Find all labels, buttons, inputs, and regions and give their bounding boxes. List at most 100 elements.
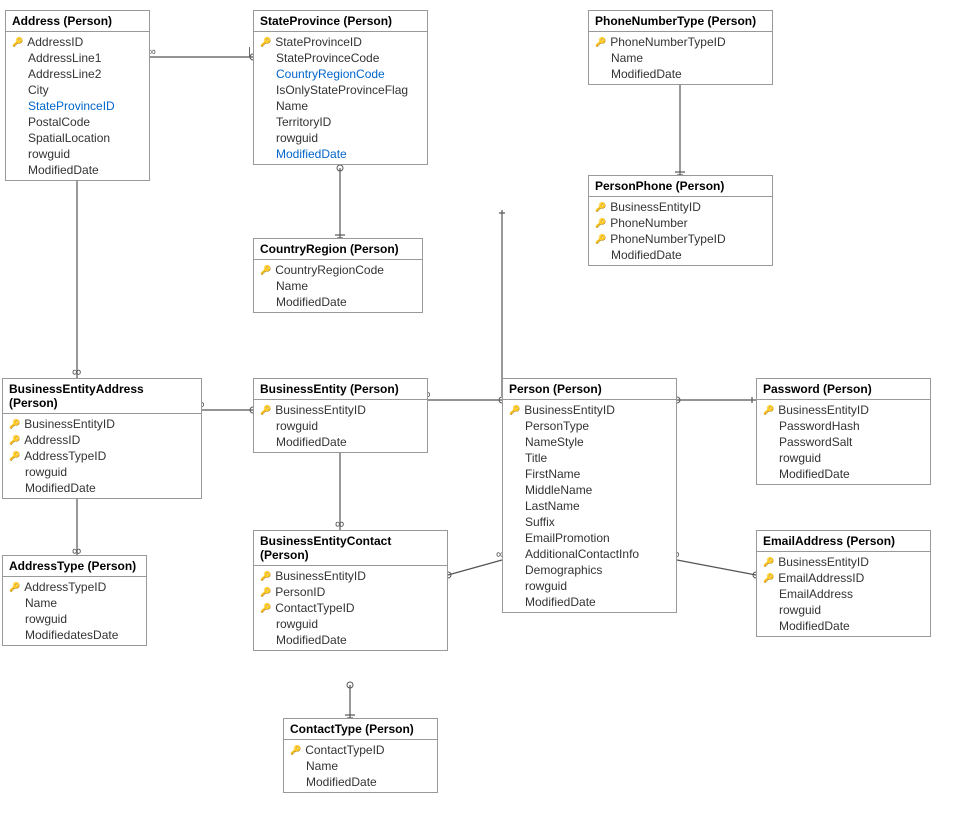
field-row: Demographics xyxy=(503,562,676,578)
field-row: ModifiedDate xyxy=(589,66,772,82)
field-row: 🔑BusinessEntityID xyxy=(254,568,447,584)
entity-countryregion: CountryRegion (Person)🔑CountryRegionCode… xyxy=(253,238,423,313)
field-name: TerritoryID xyxy=(276,115,331,129)
field-row: rowguid xyxy=(3,464,201,480)
field-name: ModifiedDate xyxy=(611,248,682,262)
field-name: MiddleName xyxy=(525,483,592,497)
field-row: ModifiedDate xyxy=(254,434,427,450)
field-row: SpatialLocation xyxy=(6,130,149,146)
entity-stateprovince: StateProvince (Person) 🔑StateProvinceIDSt… xyxy=(253,10,428,165)
field-name: AddressID xyxy=(27,35,83,49)
field-row: 🔑BusinessEntityID xyxy=(3,416,201,432)
field-row: 🔑ContactTypeID xyxy=(284,742,437,758)
key-icon: 🔑 xyxy=(763,573,774,584)
field-row: 🔑BusinessEntityID xyxy=(589,199,772,215)
field-name: StateProvinceCode xyxy=(276,51,379,65)
diagram-canvas: ∞ | ∞ ∞ ∞ xyxy=(0,0,954,834)
field-row: 🔑PhoneNumber xyxy=(589,215,772,231)
field-name: ModifiedDate xyxy=(28,163,99,177)
entity-header-personphone: PersonPhone (Person) xyxy=(589,176,772,197)
field-row: 🔑EmailAddressID xyxy=(757,570,930,586)
field-row: City xyxy=(6,82,149,98)
field-row: ModifiedDate xyxy=(589,247,772,263)
entity-body-phonenumbertype: 🔑PhoneNumberTypeIDNameModifiedDate xyxy=(589,32,772,84)
field-name: Demographics xyxy=(525,563,602,577)
field-name: AdditionalContactInfo xyxy=(525,547,639,561)
entity-header-emailaddress: EmailAddress (Person) xyxy=(757,531,930,552)
field-row: ModifiedDate xyxy=(503,594,676,610)
entity-personphone: PersonPhone (Person)🔑BusinessEntityID🔑Ph… xyxy=(588,175,773,266)
field-row: 🔑StateProvinceID xyxy=(254,34,427,50)
key-icon: 🔑 xyxy=(260,405,271,416)
field-name: ModifiedDate xyxy=(276,435,347,449)
svg-text:∞: ∞ xyxy=(335,516,344,531)
key-icon: 🔑 xyxy=(763,405,774,416)
entity-header-businessentitycontact: BusinessEntityContact (Person) xyxy=(254,531,447,566)
field-name: rowguid xyxy=(779,603,821,617)
field-name: Suffix xyxy=(525,515,555,529)
key-icon: 🔑 xyxy=(763,557,774,568)
key-icon: 🔑 xyxy=(9,582,20,593)
key-icon: 🔑 xyxy=(260,265,271,276)
field-row: 🔑 CountryRegionCode xyxy=(254,262,422,278)
key-icon: 🔑 xyxy=(595,37,606,48)
field-row: PersonType xyxy=(503,418,676,434)
field-row: rowguid xyxy=(254,130,427,146)
entity-body-businessentityaddress: 🔑BusinessEntityID🔑AddressID🔑AddressTypeI… xyxy=(3,414,201,498)
field-row: LastName xyxy=(503,498,676,514)
entity-addresstype: AddressType (Person)🔑AddressTypeIDNamero… xyxy=(2,555,147,646)
field-row: TerritoryID xyxy=(254,114,427,130)
field-name: PersonType xyxy=(525,419,589,433)
field-row: Title xyxy=(503,450,676,466)
field-name: Name xyxy=(276,99,308,113)
field-name: ModifiedDate xyxy=(611,67,682,81)
entity-header-phonenumbertype: PhoneNumberType (Person) xyxy=(589,11,772,32)
field-row: Name xyxy=(3,595,146,611)
field-name: CountryRegionCode xyxy=(275,263,384,277)
field-row: ModifiedDate xyxy=(254,294,422,310)
field-row: ModifiedDate xyxy=(3,480,201,496)
field-row: rowguid xyxy=(757,450,930,466)
field-row: IsOnlyStateProvinceFlag xyxy=(254,82,427,98)
field-row: ModifiedDate xyxy=(757,618,930,634)
field-name: PasswordSalt xyxy=(779,435,852,449)
key-icon: 🔑 xyxy=(595,202,606,213)
field-name: rowguid xyxy=(276,617,318,631)
entity-header-businessentityaddress: BusinessEntityAddress (Person) xyxy=(3,379,201,414)
entity-emailaddress: EmailAddress (Person)🔑BusinessEntityID🔑E… xyxy=(756,530,931,637)
field-name: BusinessEntityID xyxy=(778,555,869,569)
field-row: PasswordHash xyxy=(757,418,930,434)
entity-person: Person (Person)🔑BusinessEntityIDPersonTy… xyxy=(502,378,677,613)
field-name: PersonID xyxy=(275,585,325,599)
field-name: CountryRegionCode xyxy=(276,67,385,81)
field-row: rowguid xyxy=(254,418,427,434)
entity-contacttype: ContactType (Person)🔑ContactTypeIDNameMo… xyxy=(283,718,438,793)
entity-header-stateprovince: StateProvince (Person) xyxy=(254,11,427,32)
field-row: ModifiedDate xyxy=(284,774,437,790)
entity-body-contacttype: 🔑ContactTypeIDNameModifiedDate xyxy=(284,740,437,792)
entity-businessentitycontact: BusinessEntityContact (Person) 🔑BusinessE… xyxy=(253,530,448,651)
entity-body-businessentity: 🔑 BusinessEntityIDrowguidModifiedDate xyxy=(254,400,427,452)
entity-address: Address (Person)🔑AddressIDAddressLine1Ad… xyxy=(5,10,150,181)
field-name: AddressID xyxy=(24,433,80,447)
field-row: 🔑AddressTypeID xyxy=(3,579,146,595)
field-name: EmailAddress xyxy=(779,587,853,601)
field-row: 🔑PhoneNumberTypeID xyxy=(589,231,772,247)
field-name: PhoneNumber xyxy=(610,216,687,230)
field-row: rowguid xyxy=(3,611,146,627)
field-name: AddressLine1 xyxy=(28,51,101,65)
field-name: ModifiedDate xyxy=(276,295,347,309)
entity-body-addresstype: 🔑AddressTypeIDNamerowguidModifiedatesDat… xyxy=(3,577,146,645)
entity-body-address: 🔑AddressIDAddressLine1AddressLine2CitySt… xyxy=(6,32,149,180)
field-row: PostalCode xyxy=(6,114,149,130)
field-name: PhoneNumberTypeID xyxy=(610,35,725,49)
field-row: NameStyle xyxy=(503,434,676,450)
field-name: ModifiedDate xyxy=(276,147,347,161)
field-row: rowguid xyxy=(503,578,676,594)
field-name: BusinessEntityID xyxy=(275,403,366,417)
entity-header-addresstype: AddressType (Person) xyxy=(3,556,146,577)
field-name: NameStyle xyxy=(525,435,584,449)
field-name: AddressLine2 xyxy=(28,67,101,81)
entity-header-person: Person (Person) xyxy=(503,379,676,400)
field-name: ModifiedDate xyxy=(779,619,850,633)
